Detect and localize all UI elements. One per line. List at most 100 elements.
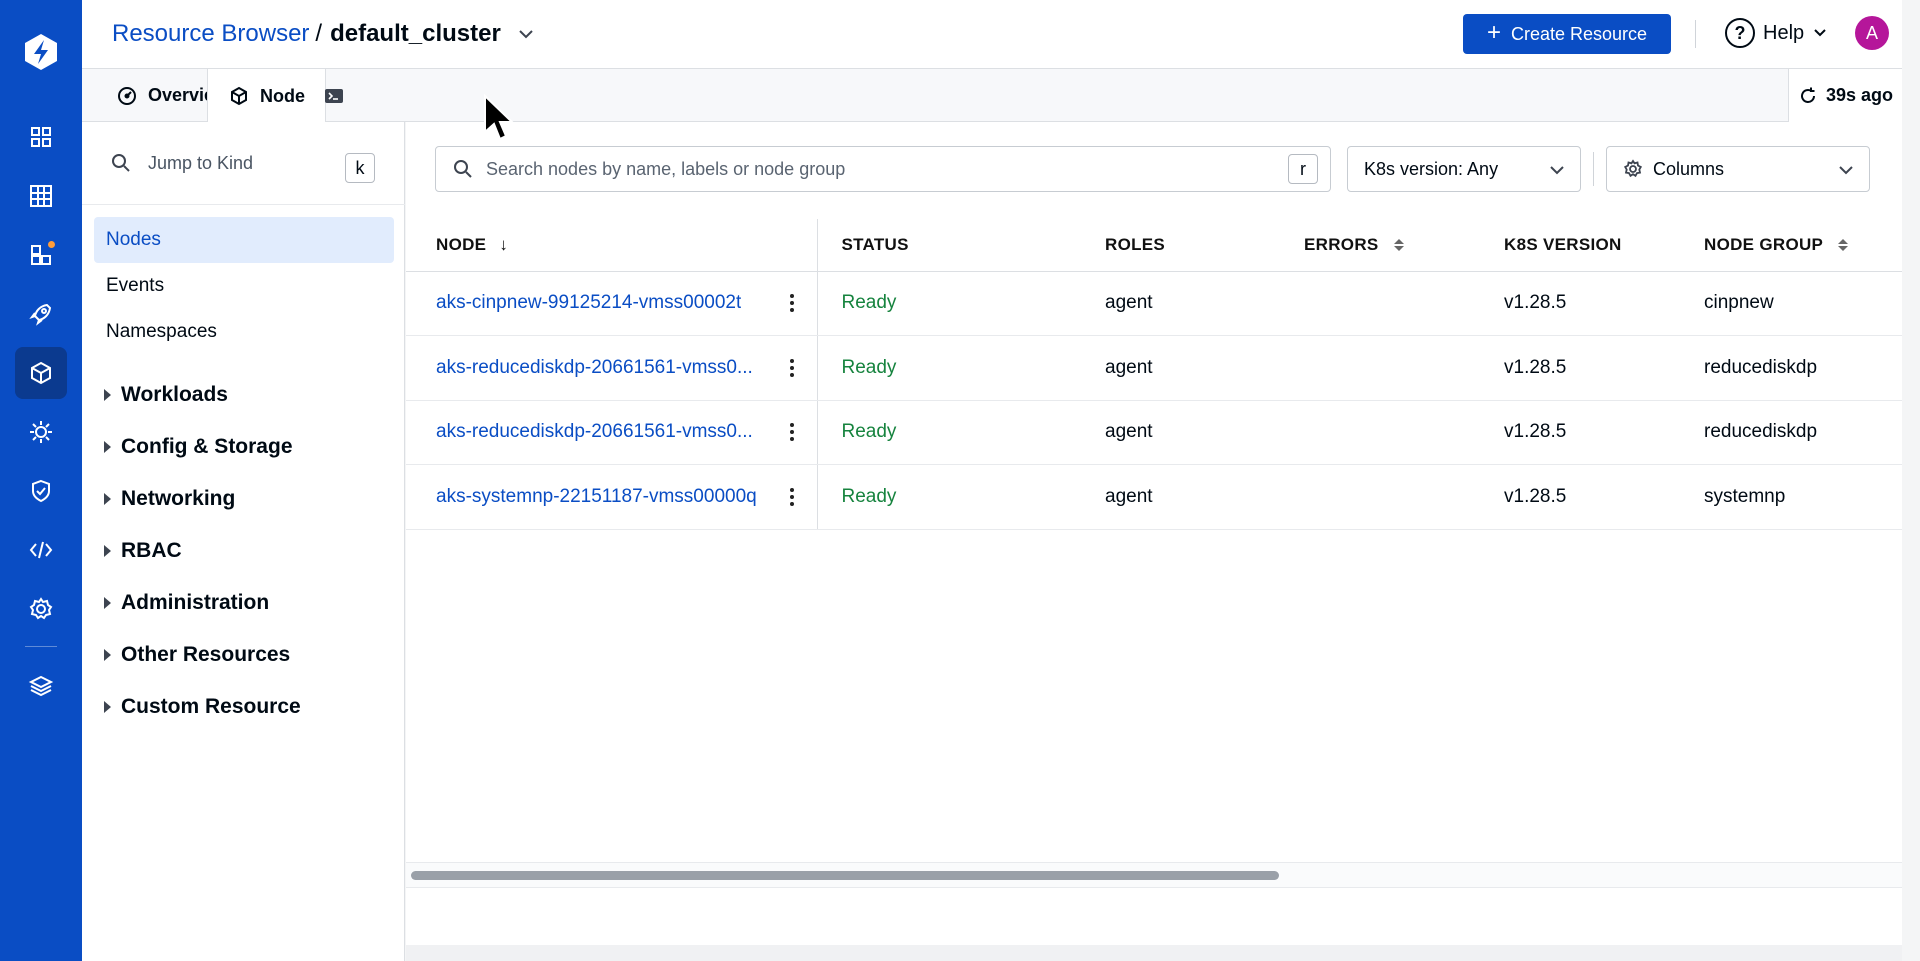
node-status: Ready bbox=[817, 335, 1105, 401]
sidebar-group-other-resources[interactable]: Other Resources bbox=[104, 643, 290, 667]
header-divider bbox=[1695, 20, 1696, 48]
security-scan-bug-icon[interactable] bbox=[15, 406, 67, 458]
node-roles: agent bbox=[1105, 335, 1304, 401]
horizontal-scrollbar[interactable] bbox=[406, 862, 1902, 888]
sidebar-group-custom-resource[interactable]: Custom Resource bbox=[104, 695, 301, 719]
help-menu-button[interactable]: ? Help bbox=[1725, 18, 1828, 48]
column-header-node[interactable]: NODE ↓ bbox=[406, 219, 818, 272]
sidebar-group-label: Administration bbox=[121, 591, 270, 614]
node-k8s-version: v1.28.5 bbox=[1504, 271, 1704, 336]
sidebar-group-label: Networking bbox=[121, 487, 236, 510]
sidebar-group-config-storage[interactable]: Config & Storage bbox=[104, 435, 293, 459]
sidebar-group-label: RBAC bbox=[121, 539, 182, 562]
node-name-link[interactable]: aks-reducediskdp-20661561-vmss0... bbox=[436, 421, 753, 443]
notification-dot bbox=[46, 239, 57, 250]
cluster-name[interactable]: default_cluster bbox=[330, 20, 501, 48]
cluster-chevron-down-icon[interactable] bbox=[517, 25, 535, 43]
node-k8s-version: v1.28.5 bbox=[1504, 335, 1704, 401]
refresh-time-label: 39s ago bbox=[1825, 85, 1894, 105]
node-errors bbox=[1304, 271, 1504, 336]
column-header-k8s-version[interactable]: K8S VERSION bbox=[1504, 219, 1704, 272]
more-options-kebab-icon[interactable] bbox=[789, 294, 795, 313]
sidebar-item-namespaces[interactable]: Namespaces bbox=[94, 309, 394, 355]
table-header-row: NODE ↓ STATUS ROLES ERRORS K8S VERSION N… bbox=[406, 219, 1902, 272]
node-roles: agent bbox=[1105, 464, 1304, 530]
nodes-table: NODE ↓ STATUS ROLES ERRORS K8S VERSION N… bbox=[406, 219, 1902, 530]
chevron-down-icon bbox=[1839, 166, 1853, 175]
mouse-pointer-icon bbox=[484, 94, 515, 141]
chart-store-icon[interactable] bbox=[15, 229, 67, 281]
more-options-kebab-icon[interactable] bbox=[789, 358, 795, 377]
table-row[interactable]: aks-reducediskdp-20661561-vmss0... Ready… bbox=[406, 335, 1902, 401]
k8s-version-value: K8s version: Any bbox=[1364, 158, 1499, 179]
node-name-link[interactable]: aks-reducediskdp-20661561-vmss0... bbox=[436, 357, 753, 379]
apps-grid-icon[interactable] bbox=[15, 111, 67, 163]
columns-select[interactable]: Columns bbox=[1606, 146, 1870, 192]
node-errors bbox=[1304, 400, 1504, 465]
sidebar-item-nodes[interactable]: Nodes bbox=[94, 217, 394, 263]
terminal-icon bbox=[325, 88, 343, 103]
column-header-node-group[interactable]: NODE GROUP bbox=[1704, 219, 1902, 272]
node-name-link[interactable]: aks-cinpnew-99125214-vmss00002t bbox=[436, 292, 741, 314]
breadcrumb-separator: / bbox=[315, 20, 323, 47]
expand-caret-icon bbox=[104, 389, 111, 401]
sidebar-group-label: Config & Storage bbox=[121, 435, 293, 458]
expand-caret-icon bbox=[104, 545, 111, 557]
top-header: Resource Browser / default_cluster + Cre… bbox=[82, 0, 1902, 69]
column-header-errors-label: ERRORS bbox=[1304, 234, 1379, 254]
tab-terminal[interactable] bbox=[303, 69, 365, 122]
node-name-link[interactable]: aks-systemnp-22151187-vmss00000q bbox=[436, 486, 757, 508]
create-resource-label: Create Resource bbox=[1510, 23, 1648, 44]
column-header-roles[interactable]: ROLES bbox=[1105, 219, 1304, 272]
node-group: cinpnew bbox=[1704, 271, 1902, 336]
deploy-rocket-icon[interactable] bbox=[15, 288, 67, 340]
table-row[interactable]: aks-systemnp-22151187-vmss00000q Ready a… bbox=[406, 464, 1902, 530]
rail-divider bbox=[25, 646, 57, 647]
create-resource-button[interactable]: + Create Resource bbox=[1463, 14, 1671, 54]
table-row[interactable]: aks-cinpnew-99125214-vmss00002t Ready ag… bbox=[406, 271, 1902, 336]
more-options-kebab-icon[interactable] bbox=[789, 423, 795, 442]
main-footer-strip bbox=[406, 945, 1902, 961]
sidebar-group-administration[interactable]: Administration bbox=[104, 591, 269, 615]
node-group: reducediskdp bbox=[1704, 400, 1902, 465]
node-errors bbox=[1304, 464, 1504, 530]
sidebar-group-label: Other Resources bbox=[121, 643, 291, 666]
k8s-version-select[interactable]: K8s version: Any bbox=[1347, 146, 1581, 192]
shield-check-icon[interactable] bbox=[15, 465, 67, 517]
breadcrumb-resource-browser-link[interactable]: Resource Browser bbox=[112, 20, 309, 48]
sidebar-group-workloads[interactable]: Workloads bbox=[104, 383, 228, 407]
more-options-kebab-icon[interactable] bbox=[789, 487, 795, 506]
gear-icon bbox=[1623, 159, 1643, 178]
expand-caret-icon bbox=[104, 597, 111, 609]
sidebar-group-networking[interactable]: Networking bbox=[104, 487, 235, 511]
app-logo-icon[interactable] bbox=[20, 31, 62, 73]
avatar[interactable]: A bbox=[1855, 16, 1889, 50]
column-header-status[interactable]: STATUS bbox=[817, 219, 1105, 272]
breadcrumb: Resource Browser / default_cluster bbox=[112, 20, 535, 48]
horizontal-scrollbar-thumb[interactable] bbox=[411, 871, 1279, 880]
app-groups-icon[interactable] bbox=[15, 170, 67, 222]
sidebar-group-rbac[interactable]: RBAC bbox=[104, 539, 182, 563]
node-search-input[interactable]: Search nodes by name, labels or node gro… bbox=[435, 146, 1331, 192]
column-header-errors[interactable]: ERRORS bbox=[1304, 219, 1504, 272]
sidebar-item-events[interactable]: Events bbox=[94, 263, 394, 309]
sidebar-group-label: Workloads bbox=[121, 383, 228, 406]
resource-browser-cube-icon[interactable] bbox=[15, 347, 67, 399]
tab-bar: Overview Node 39s ago bbox=[82, 69, 1902, 123]
sort-descending-arrow-icon: ↓ bbox=[499, 234, 509, 254]
jump-to-kind-search[interactable]: Jump to Kind k bbox=[82, 122, 405, 205]
table-row[interactable]: aks-reducediskdp-20661561-vmss0... Ready… bbox=[406, 400, 1902, 465]
expand-caret-icon bbox=[104, 493, 111, 505]
expand-caret-icon bbox=[104, 701, 111, 713]
node-errors bbox=[1304, 335, 1504, 401]
sidebar-group-label: Custom Resource bbox=[121, 695, 301, 718]
sort-toggle-icon bbox=[1393, 239, 1404, 252]
code-icon[interactable] bbox=[15, 524, 67, 576]
chevron-down-icon bbox=[1550, 166, 1564, 175]
node-k8s-version: v1.28.5 bbox=[1504, 400, 1704, 465]
refresh-button[interactable]: 39s ago bbox=[1788, 69, 1902, 122]
search-icon bbox=[112, 154, 130, 172]
settings-gear-icon[interactable] bbox=[15, 583, 67, 635]
node-status: Ready bbox=[817, 400, 1105, 465]
layers-stack-icon[interactable] bbox=[15, 660, 67, 712]
